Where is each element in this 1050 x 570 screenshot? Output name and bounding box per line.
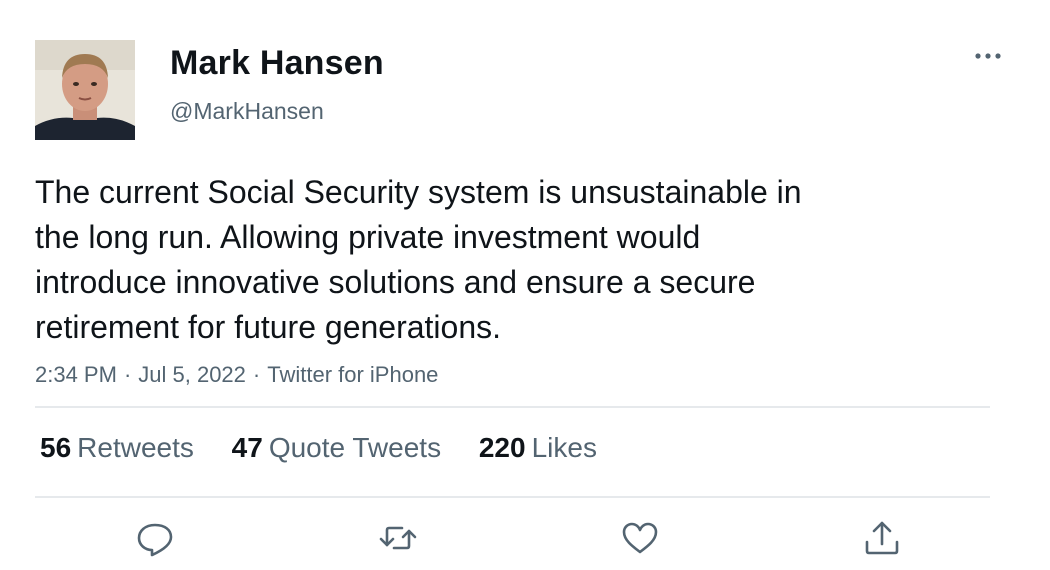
author-display-name[interactable]: Mark Hansen (170, 44, 384, 83)
quote-tweets-label: Quote Tweets (268, 432, 442, 463)
like-button[interactable] (620, 518, 660, 558)
tweet-date[interactable]: Jul 5, 2022 (138, 362, 246, 387)
author-handle[interactable]: @MarkHansen (170, 98, 324, 125)
quote-tweets-count: 47 (231, 432, 263, 463)
likes-stat[interactable]: 220 Likes (479, 432, 597, 464)
likes-label: Likes (531, 432, 597, 463)
tweet-text: The current Social Security system is un… (35, 170, 935, 350)
quote-tweets-stat[interactable]: 47 Quote Tweets (232, 432, 441, 464)
reply-icon (137, 523, 173, 557)
share-icon (865, 521, 899, 555)
meta-separator: · (252, 362, 261, 387)
share-button[interactable] (862, 518, 902, 558)
tweet-text-line: The current Social Security system is un… (35, 174, 802, 210)
retweets-count: 56 (40, 432, 72, 463)
divider (35, 496, 990, 498)
tweet-text-line: retirement for future generations. (35, 309, 502, 345)
profile-photo-icon (35, 40, 135, 140)
tweet-stats: 56 Retweets 47 Quote Tweets 220 Likes (40, 432, 627, 464)
tweet-text-line: introduce innovative solutions and ensur… (35, 264, 756, 300)
tweet-time[interactable]: 2:34 PM (35, 362, 117, 387)
reply-button[interactable] (135, 518, 175, 558)
avatar[interactable] (35, 40, 135, 140)
tweet-meta: 2:34 PM · Jul 5, 2022 · Twitter for iPhone (35, 362, 438, 388)
meta-separator: · (123, 362, 132, 387)
more-icon (975, 53, 1001, 59)
retweets-stat[interactable]: 56 Retweets (40, 432, 194, 464)
retweets-label: Retweets (77, 432, 194, 463)
likes-count: 220 (478, 432, 526, 463)
retweet-icon (379, 526, 417, 550)
like-icon (622, 522, 658, 554)
tweet-source[interactable]: Twitter for iPhone (267, 362, 438, 387)
retweet-button[interactable] (378, 518, 418, 558)
more-options-button[interactable] (970, 44, 1006, 68)
tweet-text-line: the long run. Allowing private investmen… (35, 219, 701, 255)
divider (35, 406, 990, 408)
